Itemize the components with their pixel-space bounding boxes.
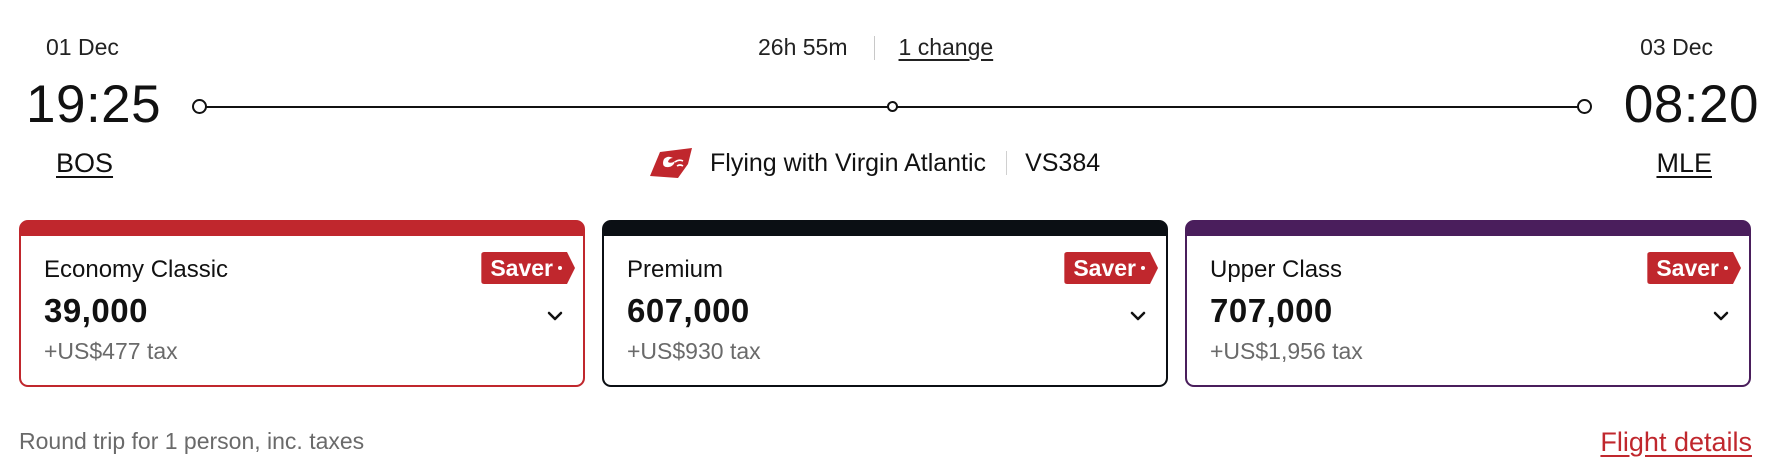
origin-dot — [192, 99, 207, 114]
changes-link[interactable]: 1 change — [899, 34, 994, 61]
tag-hole — [1724, 266, 1728, 270]
fare-points: 707,000 — [1210, 292, 1333, 329]
fare-tax: +US$930 tax — [627, 338, 761, 364]
saver-badge: Saver — [1064, 252, 1158, 284]
fare-cabin-name: Premium — [627, 256, 724, 283]
fare-points: 607,000 — [627, 292, 750, 329]
chevron-down-icon[interactable] — [1130, 308, 1146, 324]
saver-badge-label: Saver — [490, 255, 553, 281]
divider — [873, 35, 875, 60]
chevron-down-icon[interactable] — [1713, 308, 1729, 324]
trip-summary-note: Round trip for 1 person, inc. taxes — [19, 428, 365, 454]
departure-date: 01 Dec — [46, 34, 119, 60]
arrival-airport-link[interactable]: MLE — [1656, 148, 1712, 179]
arrival-time: 08:20 — [1623, 75, 1759, 134]
flight-number: VS384 — [1025, 148, 1101, 177]
journey-summary: 26h 55m 1 change — [758, 34, 993, 61]
divider — [1006, 151, 1008, 175]
tag-hole — [558, 266, 562, 270]
saver-badge: Saver — [481, 252, 575, 284]
tag-hole — [1141, 266, 1145, 270]
fare-tax: +US$1,956 tax — [1210, 338, 1363, 364]
virgin-logo-icon — [650, 148, 692, 178]
route-line — [192, 99, 1592, 114]
chevron-down-icon[interactable] — [547, 308, 563, 324]
departure-airport-link[interactable]: BOS — [56, 148, 113, 179]
flight-details-link[interactable]: Flight details — [1600, 427, 1752, 458]
fare-card-economy-classic[interactable]: Economy Classic Saver 39,000 +US$477 tax — [19, 220, 585, 387]
fare-tax: +US$477 tax — [44, 338, 178, 364]
saver-badge-label: Saver — [1073, 255, 1136, 281]
operator-info: Flying with Virgin Atlantic VS384 — [648, 146, 1100, 180]
saver-badge: Saver — [1647, 252, 1741, 284]
fare-card-premium[interactable]: Premium Saver 607,000 +US$930 tax — [602, 220, 1168, 387]
fare-cards: Economy Classic Saver 39,000 +US$477 tax… — [19, 220, 1751, 387]
fare-cabin-name: Upper Class — [1210, 256, 1343, 283]
fare-cabin-name: Economy Classic — [44, 256, 229, 283]
journey-duration: 26h 55m — [758, 34, 848, 60]
departure-time: 19:25 — [26, 75, 162, 134]
destination-dot — [1577, 99, 1592, 114]
stopover-dot — [887, 101, 898, 112]
arrival-date: 03 Dec — [1640, 34, 1713, 60]
saver-badge-label: Saver — [1656, 255, 1719, 281]
fare-card-upper-class[interactable]: Upper Class Saver 707,000 +US$1,956 tax — [1185, 220, 1751, 387]
fare-points: 39,000 — [44, 292, 148, 329]
operator-label: Flying with Virgin Atlantic — [710, 148, 987, 177]
